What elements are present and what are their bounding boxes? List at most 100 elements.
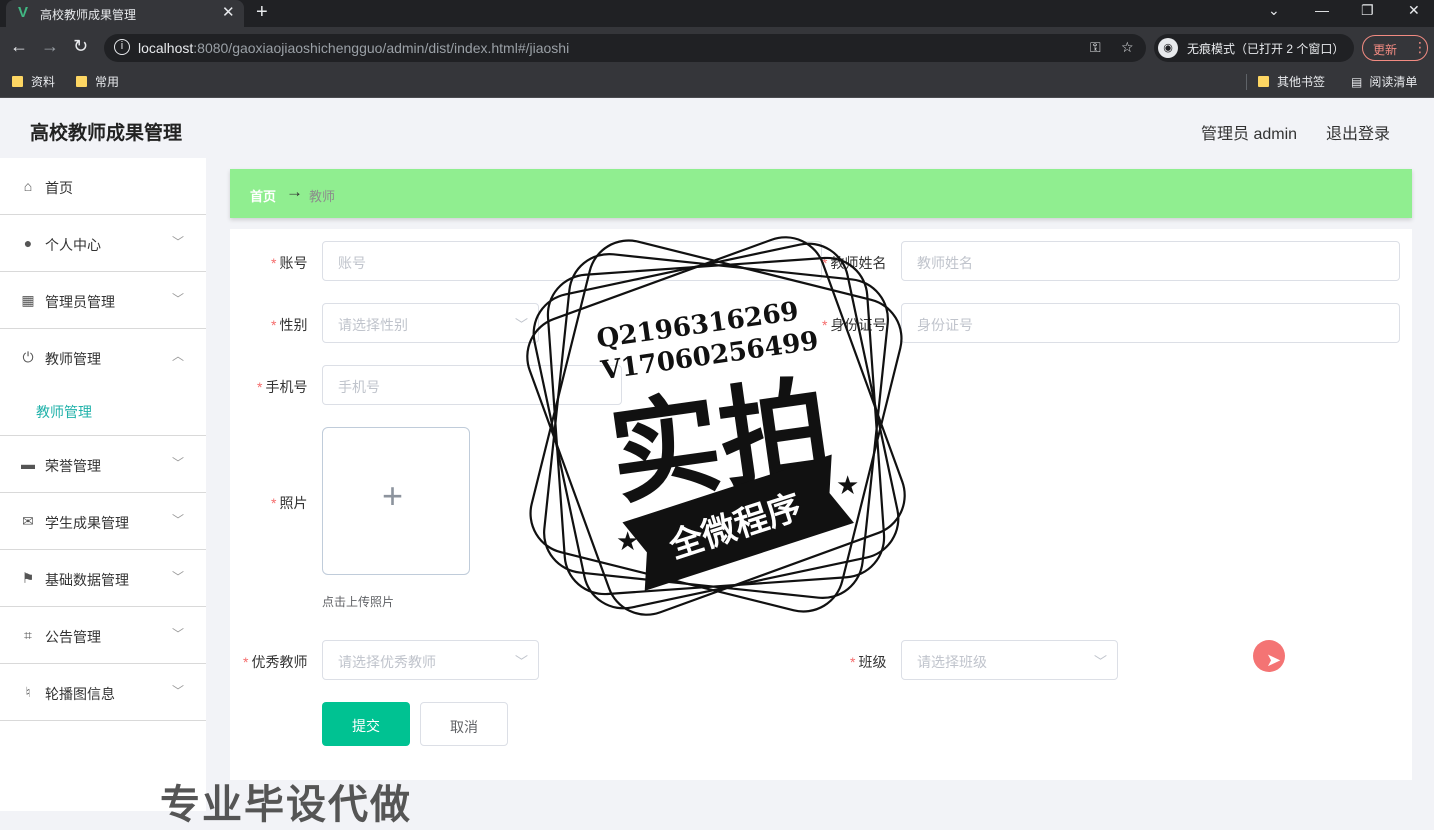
sidebar-item-teachers[interactable]: ⏻ 教师管理 ︿: [0, 329, 206, 386]
app-header: 高校教师成果管理 管理员 admin 退出登录: [0, 98, 1434, 158]
reading-list[interactable]: ▤ 阅读清单: [1351, 73, 1417, 90]
chevron-down-icon: ﹀: [514, 654, 528, 669]
chevron-down-icon: ﹀: [172, 684, 185, 698]
sidebar-item-honors[interactable]: ▬ 荣誉管理 ﹀: [0, 436, 206, 493]
browser-toolbar: ← → ↻ i localhost:8080/gaoxiaojiaoshiche…: [0, 27, 1434, 67]
account-label: * 账号: [271, 255, 308, 271]
sidebar-item-home[interactable]: ⌂ 首页: [0, 158, 206, 215]
browser-tab-bar: V 高校教师成果管理 ✕ + ⌄ — ❐ ✕: [0, 0, 1434, 27]
chevron-down-icon: ﹀: [172, 627, 185, 641]
stamp-icon: ▬: [21, 456, 35, 472]
excellent-teacher-placeholder: 请选择优秀教师: [338, 654, 436, 670]
sidebar-subitem-teachers[interactable]: 教师管理: [0, 386, 206, 436]
folder-icon: [1258, 76, 1269, 87]
id-number-placeholder: 身份证号: [917, 317, 973, 333]
url-text: localhost:8080/gaoxiaojiaoshichengguo/ad…: [138, 40, 570, 56]
incognito-icon: ◉: [1158, 38, 1178, 58]
watermark-stamp: Q2196316269 V17060256499 实拍 全微程序 ★ ★: [526, 236, 906, 616]
reload-icon[interactable]: ↻: [73, 36, 88, 57]
teacher-name-placeholder: 教师姓名: [917, 255, 973, 271]
class-select[interactable]: 请选择班级 ﹀: [901, 640, 1118, 680]
excellent-teacher-select[interactable]: 请选择优秀教师 ﹀: [322, 640, 539, 680]
account-placeholder: 账号: [338, 255, 366, 271]
address-bar[interactable]: i localhost:8080/gaoxiaojiaoshichengguo/…: [104, 34, 1146, 62]
sidebar-item-label: 轮播图信息: [45, 686, 115, 702]
restore-icon[interactable]: ❐: [1361, 2, 1374, 19]
id-number-input[interactable]: 身份证号: [901, 303, 1400, 343]
cancel-button[interactable]: 取消: [420, 702, 508, 746]
update-button[interactable]: 更新 ⋮: [1362, 35, 1428, 61]
breadcrumb: 首页 → 教师: [230, 169, 1412, 218]
excellent-teacher-label: * 优秀教师: [243, 654, 308, 670]
sidebar-item-student-results[interactable]: ✉ 学生成果管理 ﹀: [0, 493, 206, 550]
flag-icon: ⚑: [21, 570, 35, 586]
sidebar-item-basic-data[interactable]: ⚑ 基础数据管理 ﹀: [0, 550, 206, 607]
chevron-down-icon: ﹀: [1093, 654, 1107, 669]
breadcrumb-home[interactable]: 首页: [250, 186, 276, 205]
forward-icon[interactable]: →: [41, 36, 59, 57]
bookmarks-bar: 资料 常用 其他书签 ▤ 阅读清单: [0, 67, 1434, 98]
power-icon: ⏻: [22, 349, 34, 365]
chevron-down-icon: ﹀: [172, 570, 185, 584]
photo-label: * 照片: [271, 495, 308, 511]
current-user-label: 管理员 admin: [1201, 126, 1298, 143]
class-placeholder: 请选择班级: [917, 654, 987, 670]
sidebar-item-notices[interactable]: ⌗ 公告管理 ﹀: [0, 607, 206, 664]
chevron-down-icon: ﹀: [172, 235, 185, 249]
bookmark-folder[interactable]: 资料: [12, 73, 55, 90]
submit-button-label: 提交: [352, 718, 380, 734]
sidebar-item-label: 个人中心: [45, 237, 101, 253]
sidebar-item-label: 首页: [45, 180, 73, 196]
incognito-label: 无痕模式（已打开 2 个窗口）: [1187, 42, 1345, 56]
star-icon: ★: [616, 526, 639, 556]
gender-placeholder: 请选择性别: [338, 317, 408, 333]
sidebar-item-carousel[interactable]: ♮ 轮播图信息 ﹀: [0, 664, 206, 721]
other-bookmarks[interactable]: 其他书签: [1258, 73, 1325, 90]
sidebar-item-label: 学生成果管理: [45, 515, 129, 531]
photo-upload[interactable]: +: [322, 427, 470, 575]
breadcrumb-arrow-icon: →: [286, 182, 303, 201]
submit-button[interactable]: 提交: [322, 702, 410, 746]
sidebar-item-label: 荣誉管理: [45, 458, 101, 474]
browser-tab-title: 高校教师成果管理: [40, 8, 137, 22]
sidebar: ⌂ 首页 ● 个人中心 ﹀ ▦ 管理员管理 ﹀ ⏻ 教师管理 ︿ 教师管理 ▬ …: [0, 158, 206, 811]
app-title: 高校教师成果管理: [30, 123, 183, 144]
back-icon[interactable]: ←: [10, 36, 28, 57]
site-info-icon[interactable]: i: [114, 39, 130, 55]
photo-upload-tip: 点击上传照片: [322, 595, 395, 609]
sidebar-item-profile[interactable]: ● 个人中心 ﹀: [0, 215, 206, 272]
gender-label: * 性别: [271, 317, 308, 333]
folder-icon: [76, 76, 87, 87]
user-icon: ●: [23, 235, 33, 251]
sidebar-item-label: 教师管理: [45, 351, 101, 367]
home-icon: ⌂: [23, 178, 33, 194]
sidebar-item-admins[interactable]: ▦ 管理员管理 ﹀: [0, 272, 206, 329]
crop-icon: ⌗: [24, 627, 32, 643]
menu-dots-icon: ⋮: [1413, 39, 1427, 55]
incognito-indicator[interactable]: ◉ 无痕模式（已打开 2 个窗口）: [1154, 34, 1354, 62]
watermark-bottom-text: 专业毕设代做: [160, 783, 412, 827]
new-tab-icon[interactable]: +: [256, 1, 268, 24]
tab-search-icon[interactable]: ⌄: [1268, 2, 1280, 19]
bookmark-star-icon[interactable]: ☆: [1121, 39, 1134, 56]
plus-icon: +: [382, 475, 404, 516]
vue-favicon-icon: V: [18, 4, 29, 21]
sidebar-item-label: 公告管理: [45, 629, 101, 645]
mouse-cursor-icon: ➤: [1266, 650, 1282, 670]
window-close-icon[interactable]: ✕: [1408, 2, 1420, 19]
bookmarks-divider: [1246, 74, 1247, 90]
sidebar-subitem-label: 教师管理: [36, 404, 92, 420]
browser-tab[interactable]: V 高校教师成果管理 ✕: [6, 0, 244, 27]
cancel-button-label: 取消: [450, 719, 478, 735]
breadcrumb-current: 教师: [309, 189, 336, 204]
teacher-name-input[interactable]: 教师姓名: [901, 241, 1400, 281]
bookmark-folder[interactable]: 常用: [76, 73, 119, 90]
gender-select[interactable]: 请选择性别 ﹀: [322, 303, 539, 343]
logout-link[interactable]: 退出登录: [1326, 120, 1390, 144]
minimize-icon[interactable]: —: [1315, 2, 1329, 18]
key-icon[interactable]: ⚿: [1090, 39, 1101, 56]
chevron-up-icon: ︿: [172, 349, 185, 363]
class-label: * 班级: [850, 654, 887, 670]
chevron-down-icon: ﹀: [172, 292, 185, 306]
tab-close-icon[interactable]: ✕: [222, 3, 235, 21]
